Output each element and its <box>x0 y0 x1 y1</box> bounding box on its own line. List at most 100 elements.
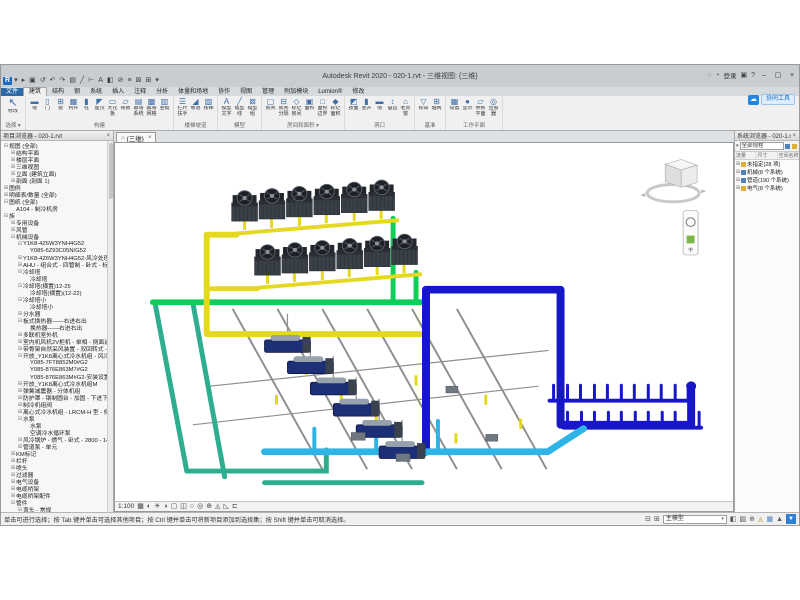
sort-systems-icon[interactable] <box>785 144 790 149</box>
reveal-constraints-icon[interactable]: ⊏ <box>232 502 238 511</box>
ribbon-tab-插入[interactable]: 插入 <box>107 88 129 96</box>
system-browser-row[interactable]: ⊞机械(8 个系统) <box>735 168 799 176</box>
tree-item[interactable]: ⊟机械设备 <box>1 233 113 240</box>
model-canvas[interactable] <box>115 143 733 501</box>
ribbon-button-按面[interactable]: ◩按面 <box>347 97 360 112</box>
ribbon-tab-系统[interactable]: 系统 <box>85 88 107 96</box>
ribbon-button-幕墙网格[interactable]: ▩幕墙网格 <box>145 97 158 117</box>
visual-style-icon[interactable]: ◐ <box>147 502 151 511</box>
sun-path-icon[interactable]: ☀ <box>154 502 160 511</box>
select-pinned-icon[interactable]: ▲ <box>776 515 783 524</box>
ribbon-tab-注释[interactable]: 注释 <box>129 88 151 96</box>
ribbon-button-房间[interactable]: ▢房间 <box>264 97 277 112</box>
ribbon-button-竖井[interactable]: ▮竖井 <box>360 97 373 112</box>
ribbon-button-墙[interactable]: ▬墙 <box>28 97 41 112</box>
ribbon-button-楼板[interactable]: ▱楼板 <box>119 97 132 112</box>
press-drag-icon[interactable]: ⊕ <box>749 515 755 524</box>
ribbon-tab-协作[interactable]: 协作 <box>213 88 235 96</box>
sign-in-button[interactable]: 登录 <box>723 70 736 80</box>
ribbon-button-房间分隔[interactable]: ⊟房间分隔 <box>277 97 290 117</box>
exclude-options-icon[interactable]: ▨ <box>740 515 747 524</box>
help-icon[interactable]: ? <box>751 72 755 79</box>
tree-item[interactable]: ⊟管件 <box>1 499 113 506</box>
hide-analytical-model-icon[interactable]: ◺ <box>224 502 229 511</box>
ribbon-button-屋顶[interactable]: ◤屋顶 <box>93 97 106 112</box>
ribbon-button-竖梃[interactable]: ▥竖梃 <box>158 97 171 112</box>
select-links-icon[interactable]: ◬ <box>758 515 763 524</box>
ribbon-tab-体量和场地[interactable]: 体量和场地 <box>173 88 213 96</box>
system-browser-row[interactable]: ⊞未指定(28 项) <box>735 160 799 168</box>
reveal-hidden-elements-icon[interactable]: ◎ <box>197 502 203 511</box>
ribbon-button-标记房间[interactable]: ◇标记房间 <box>290 97 303 117</box>
shadows-icon[interactable]: ◑ <box>163 502 167 511</box>
ribbon-button-参照平面[interactable]: ▱参照平面 <box>474 97 487 117</box>
detail-level-icon[interactable]: ▦ <box>137 502 144 511</box>
navigation-bar[interactable] <box>683 211 698 255</box>
ribbon-button-栏杆扶手[interactable]: ☰栏杆扶手 <box>176 97 189 117</box>
system-browser-row[interactable]: ⊞电气(8 个系统) <box>735 184 799 192</box>
system-browser-close-icon[interactable]: × <box>791 133 797 139</box>
ribbon-tab-文件[interactable]: 文件 <box>1 88 23 96</box>
blue-pipes[interactable] <box>426 290 701 452</box>
tree-item[interactable]: ⊞AHU - 组合式 - 四管制 - 卧式 - 标准 - 2000 - 10 <box>1 261 113 268</box>
chiller-row[interactable] <box>265 335 425 459</box>
ribbon-tab-附加模块[interactable]: 附加模块 <box>279 88 313 96</box>
ribbon-button-楼梯[interactable]: ▨楼梯 <box>202 97 215 112</box>
search-icon[interactable]: ◌ <box>707 72 711 79</box>
ribbon-button-模型组[interactable]: ⊠模型组 <box>246 97 259 117</box>
ribbon-button-老虎窗[interactable]: ⌂老虎窗 <box>399 97 412 117</box>
system-browser-row[interactable]: ⊞管道(190 个系统) <box>735 176 799 184</box>
view-cube[interactable] <box>640 159 706 201</box>
selection-filter-icon[interactable]: ▼ <box>786 514 796 524</box>
ribbon-button-模型线[interactable]: ╱模型线 <box>233 97 246 117</box>
tree-item[interactable]: 冷却塔(横置)(12-22) <box>1 289 113 296</box>
3d-viewport[interactable] <box>114 142 734 501</box>
ribbon-button-柱[interactable]: ▮柱 <box>80 97 93 112</box>
ribbon-tab-视图[interactable]: 视图 <box>235 88 257 96</box>
view-tab-3d[interactable]: ⌂ {三维} × <box>116 132 156 142</box>
design-options-icon[interactable]: ⊞ <box>654 515 660 524</box>
cooling-tower-bank-2[interactable] <box>255 234 422 288</box>
tree-item[interactable]: ⊟冷却塔小 <box>1 296 113 303</box>
ribbon-button-面积[interactable]: ▣面积 <box>303 97 316 112</box>
show-crop-region-icon[interactable]: ◫ <box>180 502 187 511</box>
ribbon-button-模型文字[interactable]: A模型文字 <box>220 97 233 117</box>
tree-item[interactable]: ⊞离心式冷水机组 - LRCM-H 型 - 侧吸型 - 108-175-CN <box>1 408 113 415</box>
ribbon-button-显示[interactable]: ●显示 <box>461 97 474 112</box>
select-underlay-icon[interactable]: ▦ <box>766 515 773 524</box>
ribbon-button-门[interactable]: ▯门 <box>41 97 54 112</box>
ribbon-tab-Lumion®[interactable]: Lumion® <box>313 88 347 96</box>
ribbon-button-标记面积[interactable]: ◆标记面积 <box>329 97 342 117</box>
view-tab-close-icon[interactable]: × <box>148 135 152 141</box>
tree-item[interactable]: A104 - 制冷机房 <box>1 205 113 212</box>
ribbon-tab-建筑[interactable]: 建筑 <box>23 87 47 96</box>
discipline-filter-dropdown[interactable]: 全部规程 <box>740 142 784 150</box>
project-browser-close-icon[interactable]: × <box>105 133 111 139</box>
tree-item[interactable]: ⊟开放_Y1K8离心式冷水机组 - 风冷处理 <box>1 352 113 359</box>
column-header-空间名称[interactable]: 空间名称 <box>778 152 799 159</box>
ribbon-button-垂直[interactable]: ↕垂直 <box>386 97 399 112</box>
ribbon-button-查看器[interactable]: ◎查看器 <box>487 97 500 117</box>
tree-item[interactable]: ⊟冷却塔 <box>1 268 113 275</box>
ribbon-button-构件[interactable]: ▦构件 <box>67 97 80 112</box>
ribbon-button-坡道[interactable]: ◢坡道 <box>189 97 202 112</box>
temporary-hide-isolate-icon[interactable]: ○ <box>190 502 194 511</box>
ribbon-button-窗[interactable]: ⊞窗 <box>54 97 67 112</box>
ribbon-tab-结构[interactable]: 结构 <box>47 88 69 96</box>
editable-only-icon[interactable]: ◧ <box>730 515 737 524</box>
tree-item[interactable]: Y085-7FT8852M0#G2 <box>1 359 113 366</box>
ribbon-tab-修改[interactable]: 修改 <box>347 88 369 96</box>
active-workset-dropdown[interactable]: 主模型 ▾ <box>663 515 727 524</box>
close-button[interactable]: × <box>787 72 797 79</box>
cooling-tower-bank-1[interactable] <box>232 180 399 234</box>
column-header-尺寸[interactable]: 尺寸 <box>756 152 777 159</box>
temporary-view-properties-icon[interactable]: ◬ <box>215 502 220 511</box>
ribbon-button-面积边界[interactable]: □面积边界 <box>316 97 329 117</box>
ribbon-button-天花板[interactable]: ▭天花板 <box>106 97 119 117</box>
worksets-icon[interactable]: ⊟ <box>645 515 651 524</box>
ribbon-button-标高[interactable]: ▽标高 <box>417 97 430 112</box>
ribbon-tab-管理[interactable]: 管理 <box>257 88 279 96</box>
tree-item[interactable]: ⊟Y1K8-4Z6W3YNH4G52 <box>1 240 113 247</box>
restore-button[interactable]: ▢ <box>773 71 783 79</box>
scale-button[interactable]: 1:100 <box>118 503 134 510</box>
